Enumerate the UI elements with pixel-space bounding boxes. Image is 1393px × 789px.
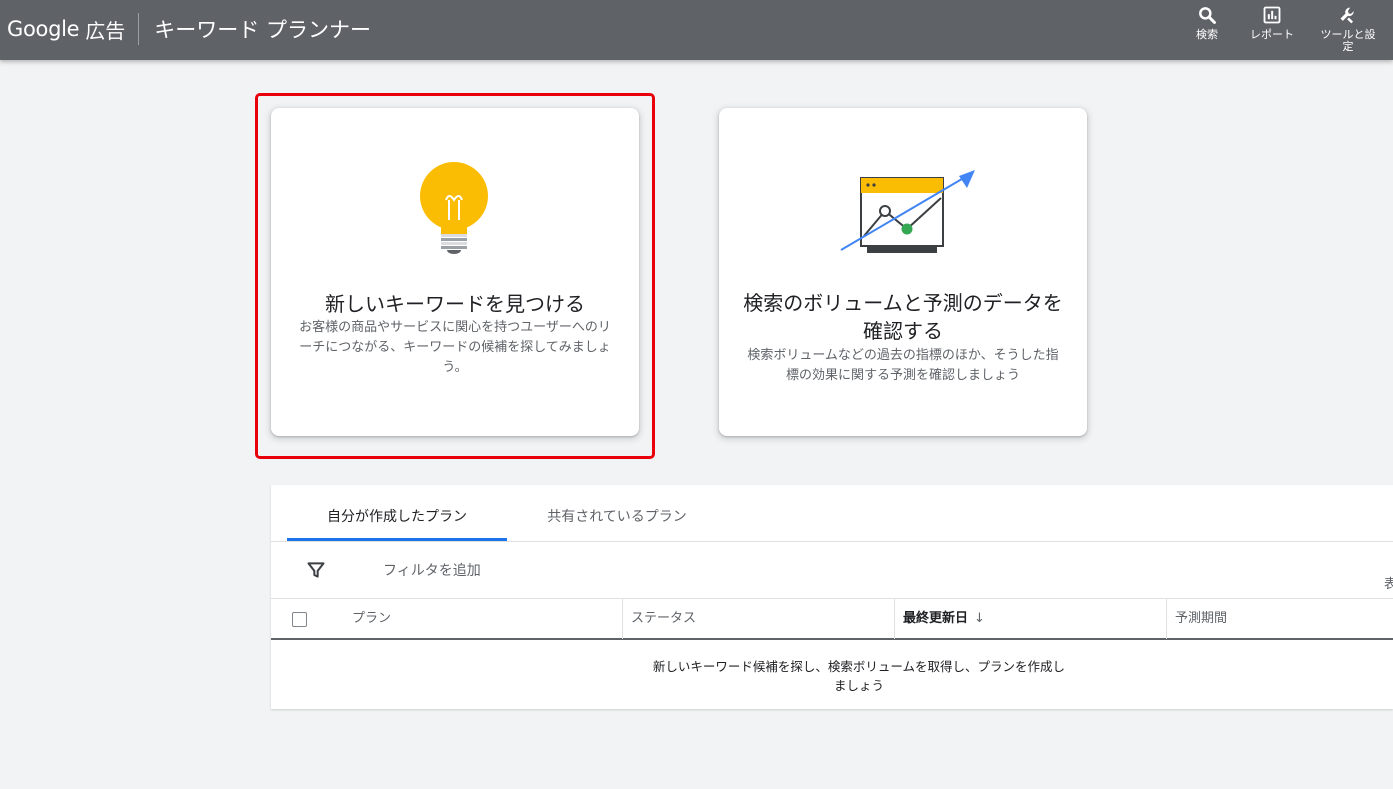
forecast-description: 検索ボリュームなどの過去の指標のほか、そうした指標の効果に関する予測を確認しまし… xyxy=(747,348,1059,383)
column-header-plan[interactable]: プラン xyxy=(344,599,623,639)
add-filter-link[interactable]: フィルタを追加 xyxy=(383,560,481,580)
plans-panel: 自分が作成したプラン 共有されているプラン フィルタを追加 表 プラン ステータ… xyxy=(271,485,1393,709)
lightbulb-icon xyxy=(420,162,488,254)
search-label: 検索 xyxy=(1196,28,1218,41)
page-title: キーワード プランナー xyxy=(154,18,371,42)
column-header-last-updated[interactable]: 最終更新日 ↓ xyxy=(894,599,1166,639)
filter-row: フィルタを追加 表 xyxy=(271,542,1393,598)
filter-icon[interactable] xyxy=(306,560,326,580)
report-label: レポート xyxy=(1250,28,1294,41)
forecast-card[interactable]: 検索のボリュームと予測のデータを確認する 検索ボリュームなどの過去の指標のほか、… xyxy=(719,108,1087,436)
search-button[interactable]: 検索 xyxy=(1175,5,1239,41)
brand[interactable]: Google 広告 キーワード プランナー xyxy=(7,13,371,45)
select-all-checkbox[interactable] xyxy=(292,612,307,627)
wrench-icon xyxy=(1340,7,1354,24)
column-header-last-updated-label: 最終更新日 xyxy=(903,611,969,626)
column-header-status[interactable]: ステータス xyxy=(622,599,894,639)
search-icon xyxy=(1199,7,1216,24)
find-keywords-card[interactable]: 新しいキーワードを見つける お客様の商品やサービスに関心を持つユーザーへのリーチ… xyxy=(271,108,639,436)
top-bar: Google 広告 キーワード プランナー 検索 レポート ツールと設定 xyxy=(0,0,1393,60)
sort-down-icon[interactable]: ↓ xyxy=(974,599,985,639)
column-header-forecast-period[interactable]: 予測期間 xyxy=(1166,599,1393,639)
find-keywords-description: お客様の商品やサービスに関心を持つユーザーへのリーチにつながる、キーワードの候補… xyxy=(299,320,611,375)
report-icon xyxy=(1263,6,1281,24)
truncated-label: 表 xyxy=(1384,577,1393,592)
empty-table-message: 新しいキーワード候補を探し、検索ボリュームを取得し、プランを作成しましょう xyxy=(652,659,1066,693)
ads-logo-text: 広告 xyxy=(85,18,126,43)
tools-settings-button[interactable]: ツールと設定 xyxy=(1316,5,1380,53)
tools-settings-label: ツールと設定 xyxy=(1320,28,1376,53)
google-logo-text: Google xyxy=(7,17,80,41)
plan-tabs: 自分が作成したプラン 共有されているプラン xyxy=(271,485,1393,542)
trend-chart-icon xyxy=(840,170,975,253)
find-keywords-title: 新しいキーワードを見つける xyxy=(325,292,585,316)
report-button[interactable]: レポート xyxy=(1240,5,1304,41)
tab-my-plans[interactable]: 自分が作成したプラン xyxy=(287,485,507,541)
tab-shared-plans[interactable]: 共有されているプラン xyxy=(507,485,727,541)
plans-table-header: プラン ステータス 最終更新日 ↓ 予測期間 xyxy=(271,598,1393,640)
brand-divider xyxy=(138,13,140,45)
forecast-title: 検索のボリュームと予測のデータを確認する xyxy=(743,291,1063,343)
